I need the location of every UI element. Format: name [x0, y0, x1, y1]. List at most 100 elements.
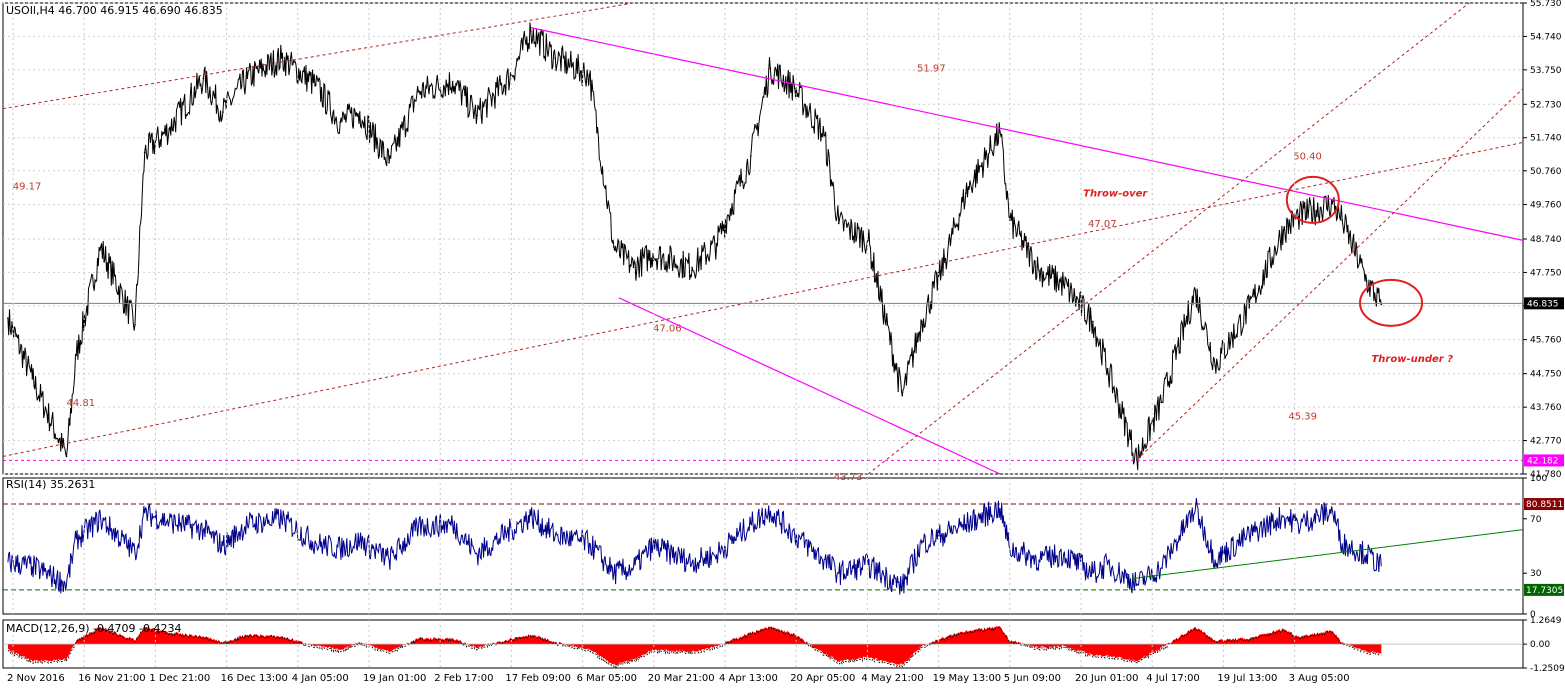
price-point: [99, 246, 102, 248]
dashed-channel-upper: [867, 2, 1470, 475]
price-point: [793, 87, 796, 90]
price-point: [417, 90, 420, 93]
macd-histogram: [7, 625, 1382, 666]
x-tick-label: 20 Jun 01:00: [1075, 673, 1139, 684]
x-tick-label: 5 Jun 09:00: [1004, 673, 1061, 684]
usoil-h4-chart[interactable]: 55.730 54.740 53.750 52.730 51.740 50.760 49.7…: [0, 0, 1565, 688]
x-tick-label: 2 Nov 2016: [7, 673, 65, 684]
x-tick-label: 19 Jul 13:00: [1217, 673, 1277, 684]
price-point: [632, 266, 635, 269]
price-point: [451, 80, 454, 83]
price-point: [388, 161, 390, 164]
y-tick-label: 45.760: [1530, 336, 1562, 346]
x-tick-label: 16 Nov 21:00: [78, 673, 145, 684]
y-tick-label: 51.740: [1530, 134, 1562, 144]
y-tick-label: 55.730: [1530, 0, 1562, 9]
price-point: [749, 155, 752, 157]
throw-under-circle: [1359, 278, 1424, 327]
price-point: [530, 30, 532, 32]
rsi-y-tick-label: 30: [1530, 569, 1542, 579]
rsi-series-line: [7, 497, 1382, 595]
x-tick-label: 4 May 21:00: [861, 673, 923, 684]
price-point: [75, 354, 78, 356]
x-tick-label: 20 Mar 21:00: [648, 673, 715, 684]
x-tick-label: 17 Feb 09:00: [505, 673, 571, 684]
x-tick-label: 6 Mar 05:00: [577, 673, 637, 684]
y-tick-label: 47.750: [1530, 268, 1562, 278]
y-tick-label: 49.760: [1530, 201, 1562, 211]
price-point: [823, 134, 825, 137]
callout-label: Throw-over: [1083, 188, 1148, 199]
rsi-high-label: 80.8511: [1526, 500, 1563, 510]
x-tick-label: 19 Jan 01:00: [363, 673, 426, 684]
price-point: [837, 222, 840, 225]
x-tick-label: 20 Apr 05:00: [790, 673, 855, 684]
price-point: [143, 151, 146, 154]
x-tick-label: 4 Jul 17:00: [1146, 673, 1200, 684]
price-point: [314, 84, 317, 86]
price-point: [1341, 219, 1343, 221]
price-point: [940, 269, 943, 272]
price-point: [1380, 303, 1383, 306]
y-tick-label: 42.770: [1530, 437, 1562, 447]
price-point: [554, 57, 557, 59]
level-annotation: 49.17: [13, 182, 42, 193]
x-tick-label: 16 Dec 13:00: [221, 673, 288, 684]
price-point: [246, 77, 249, 80]
price-point: [1092, 320, 1094, 323]
y-tick-label: 53.750: [1530, 66, 1562, 76]
price-point: [1106, 367, 1109, 370]
macd-y-tick-label: -1.2509: [1530, 664, 1565, 674]
price-point: [691, 266, 693, 269]
price-series-line: [7, 22, 1382, 471]
price-point: [1365, 280, 1368, 282]
price-point: [1297, 215, 1299, 218]
price-point: [280, 57, 283, 59]
price-point: [1194, 290, 1197, 292]
price-point: [1282, 229, 1285, 232]
level-annotation: 45.39: [1288, 411, 1317, 422]
price-point: [222, 111, 224, 113]
price-point: [358, 111, 361, 113]
price-point: [921, 320, 923, 323]
x-tick-label: 4 Apr 13:00: [719, 673, 778, 684]
x-tick-label: 4 Jan 05:00: [292, 673, 349, 684]
macd-y-tick-label: 1.2649: [1530, 616, 1562, 626]
level-annotation: 44.81: [67, 398, 96, 409]
price-point: [1214, 364, 1216, 367]
price-point: [339, 121, 342, 123]
rsi-low-label: 17.7305: [1526, 586, 1563, 596]
y-tick-label: 54.740: [1530, 32, 1562, 42]
magenta-upper-trendline: [530, 27, 1524, 241]
current-price-label: 46.835: [1527, 299, 1559, 309]
x-tick-label: 2 Feb 17:00: [434, 673, 493, 684]
price-point: [7, 317, 9, 319]
level-annotation: 51.97: [917, 64, 946, 75]
main-panel-header: USOIl,H4 46.700 46.915 46.690 46.835: [6, 4, 223, 17]
level-annotation: 47.06: [653, 324, 682, 335]
support-price-label: 42.182: [1527, 456, 1559, 466]
price-point: [1160, 401, 1163, 404]
dashed-channel-lower: [1136, 88, 1524, 461]
x-tick-label: 1 Dec 21:00: [149, 673, 210, 684]
price-point: [999, 131, 1001, 134]
y-tick-label: 52.730: [1530, 100, 1562, 110]
y-tick-label: 43.760: [1530, 403, 1562, 413]
price-point: [613, 246, 615, 248]
x-tick-label: 19 May 13:00: [933, 673, 1002, 684]
level-annotation: 50.40: [1293, 151, 1322, 162]
y-tick-label: 50.760: [1530, 167, 1562, 177]
y-tick-label: 44.750: [1530, 370, 1562, 380]
rsi-y-tick-label: 100: [1530, 474, 1547, 484]
level-annotation: 47.07: [1088, 219, 1117, 230]
price-point: [134, 323, 136, 326]
price-point: [1038, 269, 1040, 272]
price-point: [769, 67, 772, 69]
upper-dashed-trendline: [2, 2, 634, 110]
callout-label: Throw-under ?: [1371, 354, 1453, 365]
price-point: [1248, 307, 1251, 309]
price-point: [476, 114, 478, 117]
price-point: [588, 74, 591, 76]
price-point: [65, 455, 68, 458]
price-point: [965, 192, 967, 194]
